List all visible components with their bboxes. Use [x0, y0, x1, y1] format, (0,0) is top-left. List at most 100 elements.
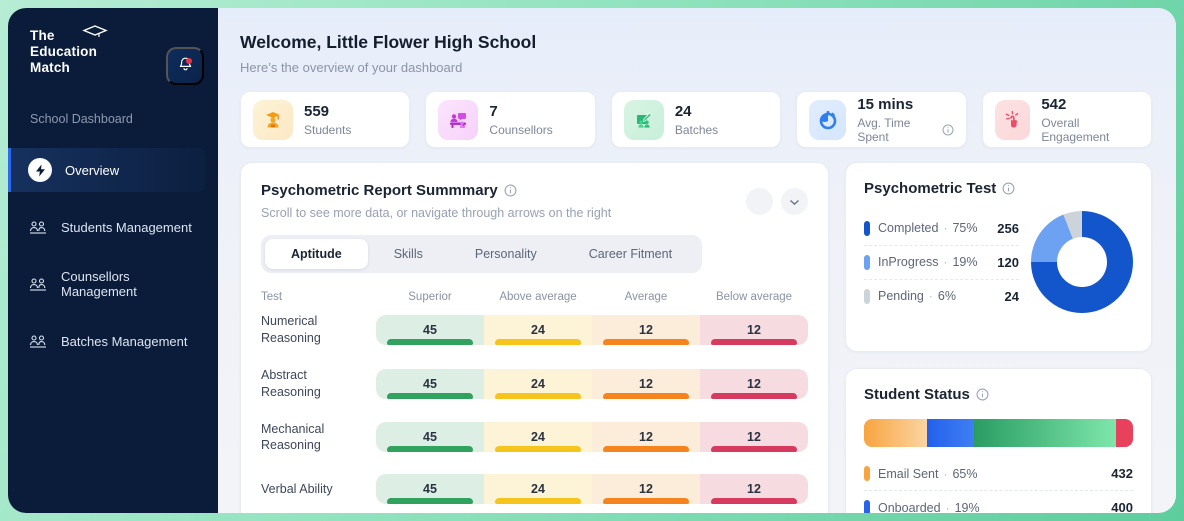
legend-separator: ·	[943, 467, 947, 481]
report-title-text: Psychometric Report Summmary	[261, 182, 498, 199]
sidebar-item-label: Batches Management	[61, 334, 187, 349]
bar-segment-pending	[1116, 419, 1133, 447]
column-header-above-average: Above average	[484, 291, 592, 303]
info-icon[interactable]	[504, 184, 517, 197]
legend-label: Email Sent	[878, 467, 938, 481]
above-average-segment: 24	[484, 422, 592, 452]
engagement-icon	[995, 100, 1031, 140]
legend-row-pending: Pending · 6% 24	[864, 280, 1019, 313]
legend-count: 400	[1101, 500, 1133, 513]
info-icon[interactable]	[1002, 182, 1015, 195]
legend-label: Completed	[878, 221, 938, 235]
report-table-header: Test Superior Above average Average Belo…	[261, 291, 808, 303]
sidebar-item-label: Students Management	[61, 220, 192, 235]
student-status-stacked-bar	[864, 419, 1133, 447]
notifications-button[interactable]	[166, 47, 204, 85]
score-bar: 45 24 12 12	[376, 422, 808, 452]
notification-dot	[186, 58, 192, 64]
student-status-title-text: Student Status	[864, 386, 970, 403]
above-average-segment: 24	[484, 369, 592, 399]
legend-pct: 19%	[955, 501, 980, 514]
table-row: Abstract Reasoning 45 24 12 12	[261, 367, 808, 401]
sidebar-item-counsellors-management[interactable]: Counsellors Management	[8, 262, 206, 306]
donut-legend: Completed · 75% 256 InProgress · 19% 120	[864, 212, 1019, 313]
table-row: Mechanical Reasoning 45 24 12 12	[261, 421, 808, 455]
tab-personality[interactable]: Personality	[449, 239, 563, 269]
average-segment: 12	[592, 422, 700, 452]
bar-segment-completed	[974, 419, 1117, 447]
legend-pct: 19%	[952, 255, 977, 269]
legend-row-email-sent: Email Sent · 65% 432	[864, 457, 1133, 491]
sidebar-item-overview[interactable]: Overview	[8, 148, 206, 192]
column-header-superior: Superior	[376, 291, 484, 303]
sidebar-item-students-management[interactable]: Students Management	[8, 205, 206, 249]
users-icon	[28, 276, 48, 292]
scroll-up-button[interactable]	[746, 188, 773, 215]
info-icon[interactable]	[942, 124, 954, 136]
batches-icon	[624, 100, 664, 140]
stat-card-avg-time: 15 mins Avg. Time Spent	[796, 91, 966, 148]
superior-segment: 45	[376, 422, 484, 452]
sidebar-item-batches-management[interactable]: Batches Management	[8, 319, 206, 363]
below-average-segment: 12	[700, 422, 808, 452]
timer-icon	[809, 100, 846, 140]
student-status-legend: Email Sent · 65% 432 Onboarded · 19% 400	[864, 457, 1133, 513]
tab-aptitude[interactable]: Aptitude	[265, 239, 368, 269]
scroll-down-button[interactable]	[781, 188, 808, 215]
legend-count: 256	[987, 221, 1019, 236]
stat-card-students: 559 Students	[240, 91, 410, 148]
superior-segment: 45	[376, 315, 484, 345]
psychometric-test-title: Psychometric Test	[864, 180, 1133, 197]
legend-count: 432	[1101, 466, 1133, 481]
legend-pct: 6%	[938, 289, 956, 303]
table-row: Verbal Ability 45 24 12 12	[261, 474, 808, 504]
main-content: Welcome, Little Flower High School Here’…	[218, 8, 1176, 513]
superior-segment: 45	[376, 369, 484, 399]
stat-label: Counsellors	[489, 123, 552, 137]
score-bar: 45 24 12 12	[376, 315, 808, 345]
stat-card-engagement: 542 Overall Engagement	[982, 91, 1152, 148]
sidebar-item-label: Overview	[65, 163, 119, 178]
sidebar-nav: Overview Students Management	[8, 148, 218, 363]
chevron-up-icon	[754, 194, 765, 209]
stat-value: 15 mins	[857, 96, 953, 113]
tab-skills[interactable]: Skills	[368, 239, 449, 269]
content-row: Psychometric Report Summmary Scroll to s…	[240, 162, 1152, 513]
legend-label: Pending	[878, 289, 924, 303]
column-header-test: Test	[261, 291, 376, 303]
student-status-title: Student Status	[864, 386, 1133, 403]
legend-count: 120	[987, 255, 1019, 270]
dashboard-app: The Education Match Scho	[8, 8, 1176, 513]
legend-row-completed: Completed · 75% 256	[864, 212, 1019, 246]
report-title: Psychometric Report Summmary	[261, 182, 611, 199]
legend-separator: ·	[929, 289, 933, 303]
report-table: Test Superior Above average Average Belo…	[261, 291, 808, 504]
stat-label: Overall Engagement	[1041, 116, 1139, 144]
below-average-segment: 12	[700, 474, 808, 504]
legend-marker	[864, 221, 870, 236]
legend-pct: 75%	[952, 221, 977, 235]
student-status-panel: Student Status	[845, 368, 1152, 513]
below-average-segment: 12	[700, 315, 808, 345]
tab-career-fitment[interactable]: Career Fitment	[563, 239, 698, 269]
average-segment: 12	[592, 315, 700, 345]
stat-label: Batches	[675, 123, 718, 137]
users-icon	[28, 333, 48, 349]
stat-value: 542	[1041, 96, 1139, 113]
stat-value: 24	[675, 103, 718, 120]
psychometric-report-panel: Psychometric Report Summmary Scroll to s…	[240, 162, 829, 513]
graduation-cap-icon	[82, 24, 108, 47]
legend-marker	[864, 289, 870, 304]
column-header-average: Average	[592, 291, 700, 303]
sidebar-section-label: School Dashboard	[30, 112, 218, 126]
stat-card-batches: 24 Batches	[611, 91, 781, 148]
legend-row-onboarded: Onboarded · 19% 400	[864, 491, 1133, 513]
bar-segment-email-sent	[864, 419, 927, 447]
legend-separator: ·	[946, 501, 950, 514]
legend-marker	[864, 466, 870, 481]
stat-label-text: Avg. Time Spent	[857, 116, 937, 144]
right-column: Psychometric Test Completed	[845, 162, 1152, 513]
info-icon[interactable]	[976, 388, 989, 401]
counsellor-icon	[438, 100, 478, 140]
report-tabbar: Aptitude Skills Personality Career Fitme…	[261, 235, 702, 273]
